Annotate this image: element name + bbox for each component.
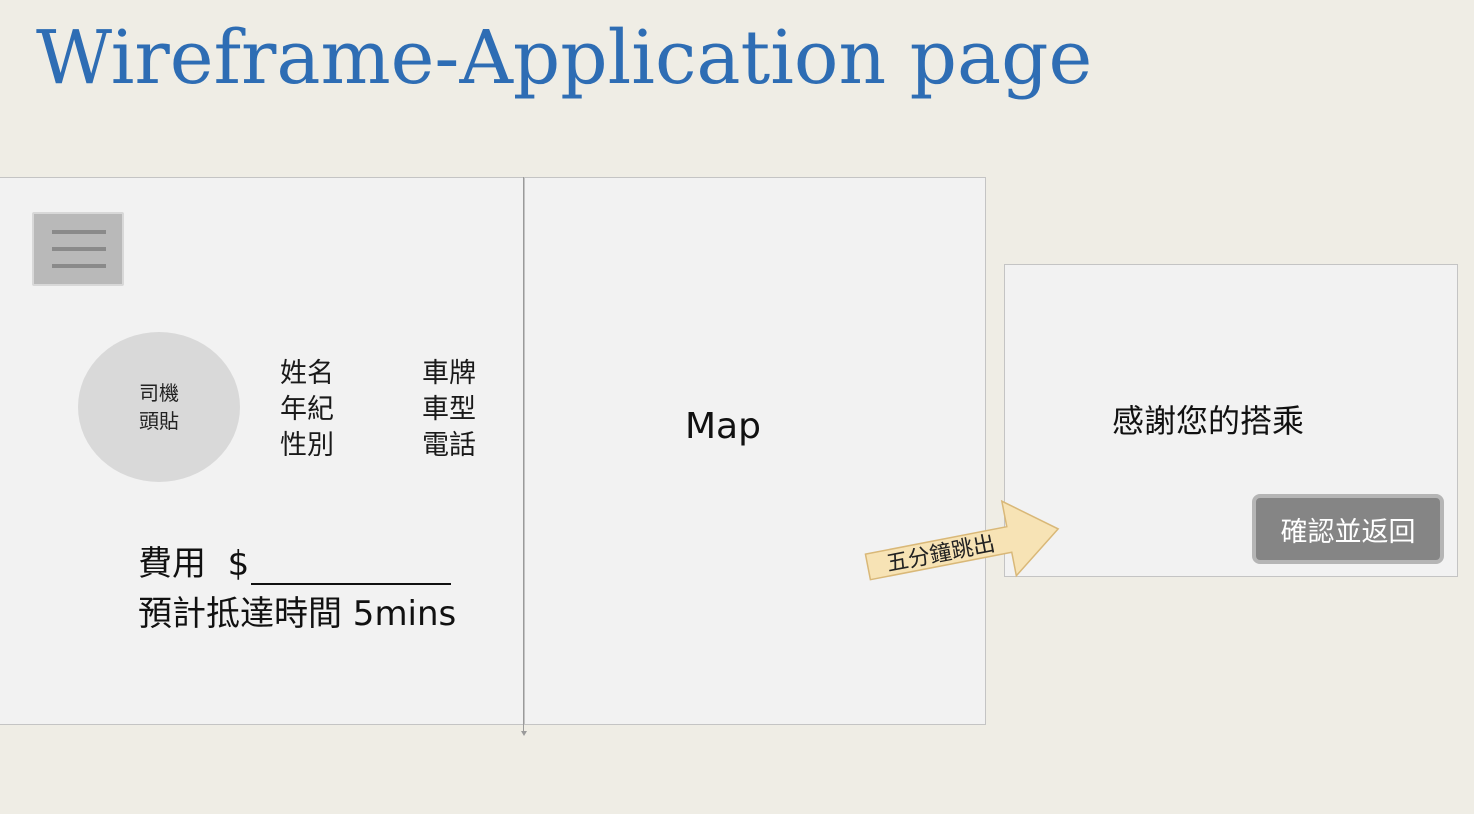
fare-label: 費用 $ (138, 544, 250, 584)
driver-avatar: 司機 頭貼 (78, 332, 240, 482)
map-panel[interactable] (524, 177, 986, 725)
panel-divider (523, 177, 524, 733)
avatar-label: 司機 頭貼 (139, 381, 179, 433)
driver-name-label: 姓名 (280, 358, 334, 389)
driver-age-label: 年紀 (280, 394, 334, 425)
hamburger-menu-icon (52, 230, 106, 234)
divider-arrow-tip (521, 731, 527, 736)
hamburger-menu-icon-bar (52, 264, 106, 268)
menu-button[interactable] (32, 212, 124, 286)
driver-info-left: 姓名 年紀 性別 (280, 356, 334, 464)
right-arrow-icon: 五分鐘跳出 (864, 500, 1060, 581)
fare-line: 費用 $ (138, 536, 452, 585)
arrow-label: 五分鐘跳出 (884, 532, 997, 578)
page-title: Wireframe-Application page (36, 15, 1093, 101)
license-plate-label: 車牌 (422, 358, 476, 389)
car-model-label: 車型 (422, 394, 476, 425)
hamburger-menu-icon-bar (52, 247, 106, 251)
driver-info-right: 車牌 車型 電話 (422, 356, 476, 464)
confirm-return-button[interactable]: 確認並返回 (1252, 494, 1444, 564)
map-label: Map (685, 406, 761, 447)
phone-label: 電話 (422, 430, 476, 461)
fare-value-blank (251, 549, 452, 585)
eta-label: 預計抵達時間 5mins (138, 594, 457, 634)
thank-you-message: 感謝您的搭乘 (1112, 402, 1305, 440)
driver-gender-label: 性別 (280, 430, 334, 461)
